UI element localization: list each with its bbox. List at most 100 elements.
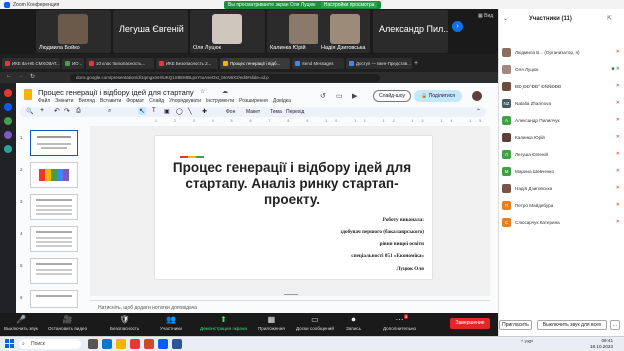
- next-page-arrow-icon[interactable]: ›: [452, 21, 463, 32]
- participant-row[interactable]: A Александр Пилипчук ✕: [502, 113, 620, 127]
- share-screen-button[interactable]: ⬆ Демонстрация экрана: [200, 315, 247, 331]
- share-button[interactable]: 🔒 Поділитися: [414, 90, 462, 102]
- mic-muted-icon[interactable]: ✕: [616, 49, 620, 55]
- zoom-app-icon[interactable]: [158, 339, 168, 349]
- slide-body-line[interactable]: Роботу виконала:: [0, 217, 424, 223]
- slide-title[interactable]: Процес генерації і відбору ідей для стар…: [160, 160, 424, 208]
- slides-logo-icon[interactable]: [24, 89, 32, 100]
- security-button[interactable]: 🛡 Безопасность: [110, 315, 139, 331]
- back-icon[interactable]: ←: [6, 73, 12, 79]
- document-title[interactable]: Процес генерації і відбору ідей для стар…: [38, 88, 194, 97]
- mic-muted-icon[interactable]: ✕: [616, 117, 620, 123]
- video-tile[interactable]: Оля Луцюк: [190, 10, 265, 53]
- extension-icon[interactable]: [4, 89, 12, 97]
- browser-tab-active[interactable]: Процес генерації і відб...: [220, 57, 290, 69]
- avatar[interactable]: [472, 91, 482, 101]
- shape-icon[interactable]: ◯: [176, 108, 183, 115]
- history-icon[interactable]: ↺: [320, 92, 326, 100]
- redo-icon[interactable]: ↷: [64, 107, 70, 115]
- menu-edit[interactable]: Змінити: [55, 98, 73, 104]
- menu-help[interactable]: Довідка: [273, 98, 291, 104]
- mic-muted-icon[interactable]: ✕: [616, 134, 620, 140]
- participant-row[interactable]: NZ Natalia Zharinova ✕: [502, 96, 620, 110]
- comment-add-icon[interactable]: ✚: [202, 108, 207, 115]
- view-button[interactable]: ▦ Вид: [478, 13, 493, 19]
- participant-row[interactable]: Калинка Юрій ✕: [502, 130, 620, 144]
- print-icon[interactable]: ⎙: [76, 108, 81, 115]
- clock[interactable]: 09:41 18.10.2023: [590, 338, 613, 349]
- mic-muted-icon[interactable]: ✕: [616, 83, 620, 89]
- video-tile[interactable]: Легуша Євгеній: [113, 10, 188, 53]
- system-tray[interactable]: ^ УКР: [521, 339, 533, 344]
- edge-icon[interactable]: [102, 339, 112, 349]
- slide-body-line[interactable]: спеціальності 051 «Економіка»: [0, 253, 424, 259]
- select-icon[interactable]: ↖: [138, 107, 146, 115]
- participant-row[interactable]: С Слюсарчук Катерина ✕: [502, 215, 620, 229]
- slideshow-button[interactable]: Слайд-шоу: [373, 90, 411, 102]
- star-icon[interactable]: ☆: [200, 88, 205, 95]
- slide-thumbnail[interactable]: [30, 130, 78, 156]
- invite-button[interactable]: Пригласить: [499, 320, 532, 330]
- menu-view[interactable]: Вигляд: [79, 98, 95, 104]
- slide-body-line[interactable]: рівня вищої освіти: [0, 241, 424, 247]
- video-call-icon[interactable]: ▶: [352, 92, 357, 100]
- forward-icon[interactable]: →: [18, 73, 24, 79]
- participant-row[interactable]: ÐÐ¸ÐÐ°ÐÐ° ÐÑÑÐÐÐ ✕: [502, 79, 620, 93]
- panel-more-button[interactable]: ...: [610, 320, 620, 330]
- file-explorer-icon[interactable]: [116, 339, 126, 349]
- notes-resize-handle[interactable]: [284, 294, 298, 295]
- collapse-toolbar-icon[interactable]: ⌃: [476, 108, 481, 115]
- browser-tab[interactable]: ИО ..: [62, 57, 84, 69]
- stop-video-button[interactable]: 🎥 Остановить видео: [48, 315, 87, 331]
- video-tile[interactable]: Александр Пил...: [373, 10, 448, 53]
- video-tile[interactable]: Людмила Бойко: [36, 10, 111, 53]
- slide-body-line[interactable]: Луцюк Оля: [0, 266, 424, 272]
- mic-muted-icon[interactable]: ■ ✕: [611, 66, 620, 72]
- more-button[interactable]: ⋯ Дополнительно: [383, 315, 416, 331]
- url-input[interactable]: docs.google.com/presentation/d/1qmgxmHlU…: [70, 73, 380, 82]
- video-tile[interactable]: Надія Дзиговська: [318, 10, 370, 53]
- mute-button[interactable]: 🎤 Выключить звук: [4, 315, 38, 331]
- search-menu-icon[interactable]: 🔍: [26, 108, 33, 115]
- participant-row[interactable]: М Марина Шевченко ✕: [502, 164, 620, 178]
- apps-button[interactable]: ▦ Приложения: [258, 315, 285, 331]
- textbox-icon[interactable]: T: [152, 108, 156, 114]
- taskbar-search[interactable]: ⌕ Поиск: [19, 339, 81, 349]
- menu-insert[interactable]: Вставити: [100, 98, 121, 104]
- extension-icon[interactable]: [4, 117, 12, 125]
- browser-tab[interactable]: Доступ — Імен-Представ...: [346, 57, 412, 69]
- extension-icon[interactable]: [4, 131, 12, 139]
- browser-tab[interactable]: 10 клас 'Безопасность...: [86, 57, 154, 69]
- browser-tab[interactable]: ИКЕ 8а-НЕ СМХОВАТ...: [2, 57, 60, 69]
- new-tab-icon[interactable]: +: [414, 60, 418, 67]
- participant-row[interactable]: Л Легуша Євгеній ✕: [502, 147, 620, 161]
- undo-icon[interactable]: ↶: [54, 107, 60, 115]
- toolbar-background[interactable]: Фон: [226, 109, 235, 115]
- mic-muted-icon[interactable]: ✕: [616, 168, 620, 174]
- record-button[interactable]: ⏺ Запись: [346, 315, 361, 331]
- participant-row[interactable]: Оля Луцюк ■ ✕: [502, 62, 620, 76]
- mic-muted-icon[interactable]: ✕: [616, 151, 620, 157]
- participants-button[interactable]: 👥 Участники: [160, 315, 182, 331]
- menu-extensions[interactable]: Розширення: [239, 98, 268, 104]
- slide-thumbnail[interactable]: [30, 290, 78, 308]
- toolbar-theme[interactable]: Тема: [270, 109, 282, 115]
- zoom-icon[interactable]: ⌕: [108, 108, 111, 115]
- whiteboards-button[interactable]: ▭ Доски сообщений: [296, 315, 334, 331]
- toolbar-transition[interactable]: Перехід: [286, 109, 304, 115]
- powerpoint-icon[interactable]: [144, 339, 154, 349]
- participant-row[interactable]: Надія Дзиговська ✕: [502, 181, 620, 195]
- end-meeting-button[interactable]: Завершение: [450, 318, 490, 329]
- panel-popout-icon[interactable]: ⇱: [607, 15, 612, 22]
- image-icon[interactable]: ▣: [164, 108, 170, 115]
- mute-all-button[interactable]: Выключить звук для всех: [537, 320, 607, 330]
- panel-minimize-icon[interactable]: ⌄: [503, 15, 508, 22]
- view-options-button[interactable]: Настройки просмотра: [320, 2, 378, 8]
- comments-icon[interactable]: ▭: [336, 92, 343, 100]
- mic-muted-icon[interactable]: ✕: [616, 219, 620, 225]
- menu-tools[interactable]: Інструменти: [206, 98, 234, 104]
- mic-muted-icon[interactable]: ✕: [616, 202, 620, 208]
- mic-muted-icon[interactable]: ✕: [616, 185, 620, 191]
- participant-row[interactable]: П Петро Майдебура ✕: [502, 198, 620, 212]
- extension-icon[interactable]: [4, 145, 12, 153]
